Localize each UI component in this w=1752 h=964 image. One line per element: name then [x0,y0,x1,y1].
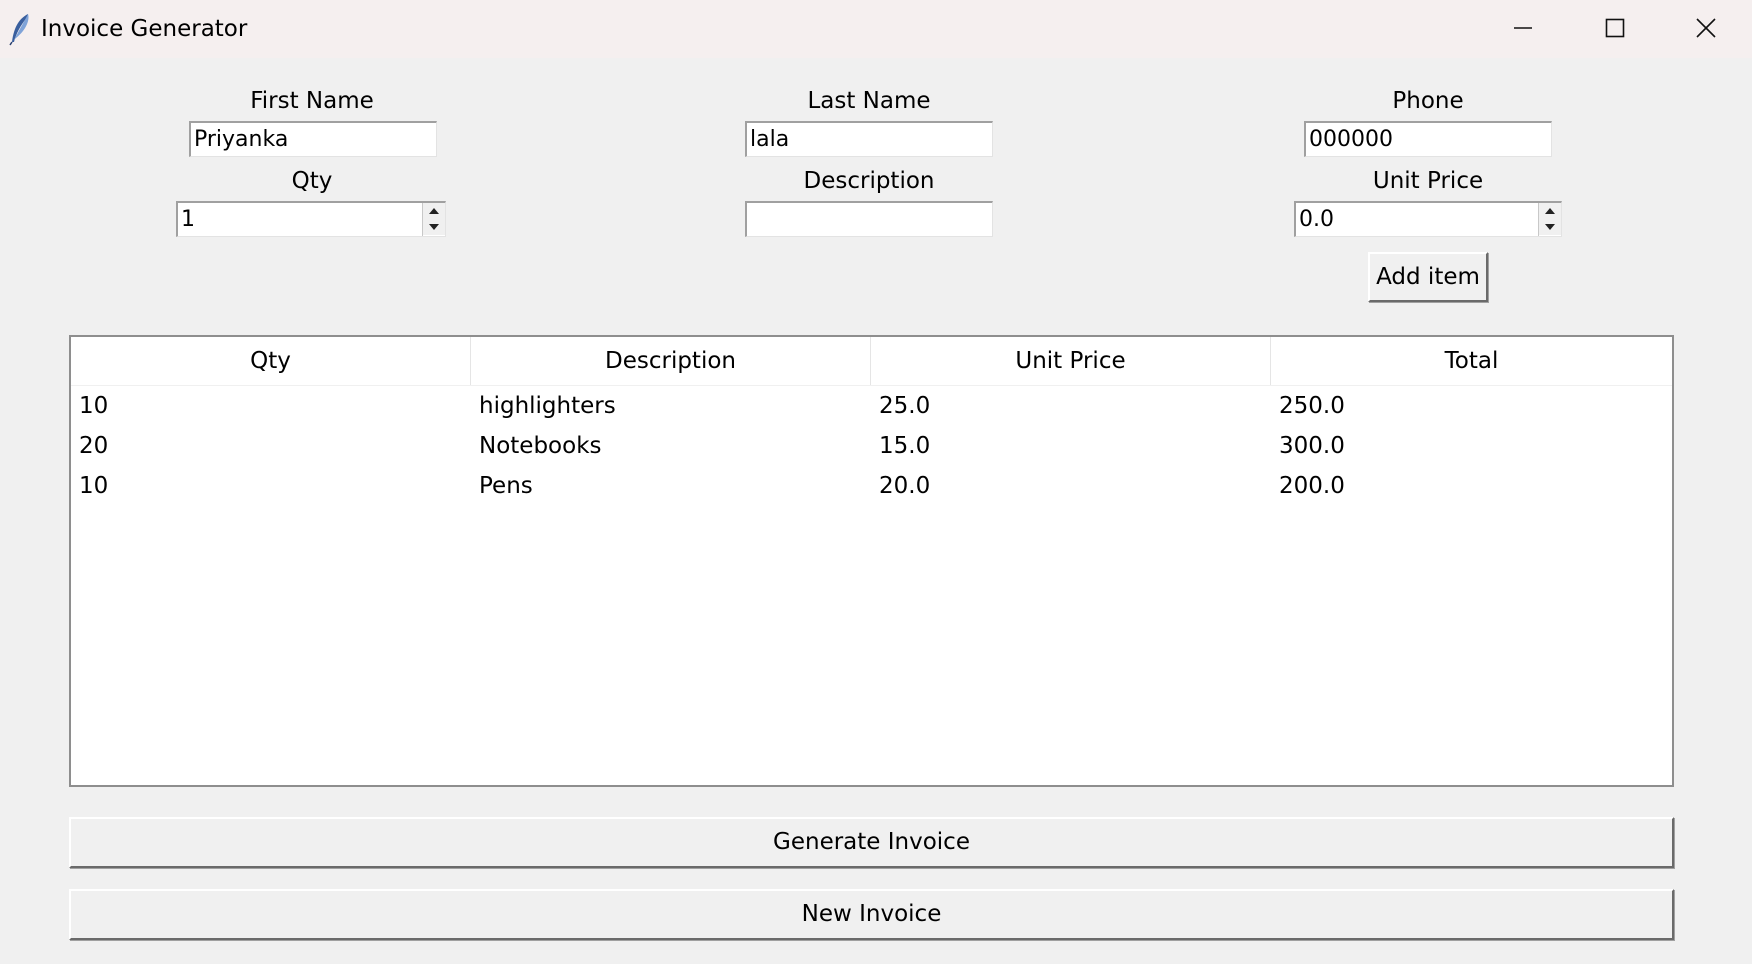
description-label: Description [803,168,935,194]
table-row[interactable]: 10 highlighters 25.0 250.0 [71,386,1672,426]
feather-icon [9,14,29,46]
cell-description: Pens [479,473,533,499]
first-name-field[interactable] [189,121,437,157]
unit-price-spin-buttons [1538,203,1561,236]
window-title: Invoice Generator [41,16,248,42]
description-field[interactable] [745,201,993,237]
column-header-description[interactable]: Description [471,337,871,385]
unit-price-spinbox[interactable] [1294,201,1562,237]
cell-total: 250.0 [1279,393,1345,419]
arrow-down-icon [1545,224,1555,230]
cell-total: 200.0 [1279,473,1345,499]
unit-price-increment-button[interactable] [1539,203,1561,220]
cell-description: highlighters [479,393,616,419]
unit-price-label: Unit Price [1372,168,1484,194]
cell-qty: 10 [79,473,109,499]
table-row[interactable]: 20 Notebooks 15.0 300.0 [71,426,1672,466]
maximize-icon [1605,18,1625,38]
table-row[interactable]: 10 Pens 20.0 200.0 [71,466,1672,506]
qty-spin-buttons [422,203,445,236]
close-icon [1696,18,1716,38]
cell-unit-price: 15.0 [879,433,931,459]
arrow-down-icon [429,224,439,230]
qty-decrement-button[interactable] [423,219,445,235]
cell-description: Notebooks [479,433,602,459]
column-header-qty[interactable]: Qty [71,337,471,385]
arrow-up-icon [429,208,439,214]
qty-label: Qty [291,168,333,194]
column-header-total[interactable]: Total [1271,337,1672,385]
minimize-icon [1514,27,1532,29]
new-invoice-button[interactable]: New Invoice [69,889,1674,940]
cell-unit-price: 20.0 [879,473,931,499]
arrow-up-icon [1545,208,1555,214]
table-header: Qty Description Unit Price Total [71,337,1672,386]
unit-price-decrement-button[interactable] [1539,219,1561,235]
phone-field[interactable] [1304,121,1552,157]
qty-increment-button[interactable] [423,203,445,220]
unit-price-input[interactable] [1296,203,1540,236]
minimize-button[interactable] [1477,0,1569,56]
generate-invoice-button[interactable]: Generate Invoice [69,817,1674,868]
cell-qty: 10 [79,393,109,419]
qty-input[interactable] [178,203,424,236]
add-item-button[interactable]: Add item [1368,252,1488,302]
last-name-label: Last Name [807,88,931,114]
close-button[interactable] [1660,0,1752,56]
items-table[interactable]: Qty Description Unit Price Total 10 high… [69,335,1674,787]
column-header-unit-price[interactable]: Unit Price [871,337,1271,385]
cell-total: 300.0 [1279,433,1345,459]
maximize-button[interactable] [1569,0,1661,56]
cell-qty: 20 [79,433,109,459]
cell-unit-price: 25.0 [879,393,931,419]
phone-label: Phone [1392,88,1464,114]
title-bar: Invoice Generator [0,0,1752,58]
first-name-label: First Name [250,88,374,114]
last-name-field[interactable] [745,121,993,157]
qty-spinbox[interactable] [176,201,446,237]
